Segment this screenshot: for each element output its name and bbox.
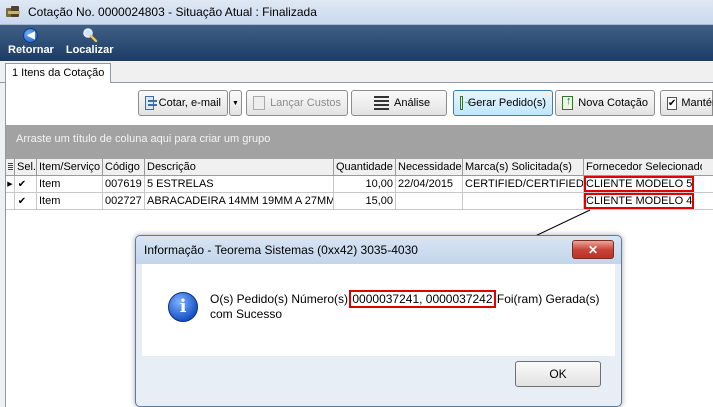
col-item-servico[interactable]: Item/Serviço (37, 159, 103, 175)
tab-label: 1 Itens da Cotação (12, 67, 105, 79)
row-select-checkbox[interactable]: ✔ (15, 193, 37, 209)
nova-cotacao-icon (562, 95, 574, 110)
ok-label: OK (549, 367, 567, 381)
title-bar: Cotação No. 0000024803 - Situação Atual … (0, 0, 713, 25)
cell-necessidade (396, 193, 463, 209)
col-codigo[interactable]: Código (103, 159, 145, 175)
cell-quantidade: 10,00 (334, 176, 396, 192)
back-arrow-icon: ◀ (23, 27, 39, 43)
message-suffix: Foi(ram) Gerada(s) (496, 292, 600, 306)
group-by-panel[interactable]: Arraste um título de coluna aqui para cr… (6, 125, 713, 159)
cell-marca: CERTIFIED/CERTIFIED (465, 176, 584, 192)
pedido-numbers: 0000037241, 0000037242 (349, 290, 496, 308)
cell-codigo: 007619 (103, 176, 145, 192)
row-select-checkbox[interactable]: ✔ (15, 176, 37, 192)
retornar-button[interactable]: ◀ Retornar (8, 25, 54, 56)
cell-descricao: 5 ESTRELAS (145, 176, 334, 192)
col-fornecedor[interactable]: Fornecedor Selecionado (584, 159, 702, 175)
cell-codigo: 002727 (103, 193, 145, 209)
cell-quantidade: 15,00 (334, 193, 396, 209)
cotar-email-button[interactable]: Cotar, e-mail (138, 90, 228, 116)
gerar-pedido-button[interactable]: Gerar Pedido(s) (453, 90, 553, 116)
cell-marca (463, 193, 584, 209)
localizar-label: Localizar (65, 44, 114, 56)
analise-icon (374, 96, 389, 110)
magnifier-icon (82, 28, 97, 43)
table-row[interactable]: ▶ ✔ Item 007619 5 ESTRELAS 10,00 22/04/2… (6, 176, 713, 193)
dialog-title-bar: Informação - Teorema Sistemas (0xx42) 30… (136, 236, 621, 264)
cell-necessidade: 22/04/2015 (396, 176, 463, 192)
items-grid: Sel. Item/Serviço Código Descrição Quant… (6, 159, 713, 210)
lancar-custos-button[interactable]: Lançar Custos (246, 90, 348, 116)
custos-icon (253, 96, 266, 110)
cotar-email-dropdown[interactable]: ▼ (229, 90, 242, 116)
col-quantidade[interactable]: Quantidade (334, 159, 396, 175)
mantem-label: Mantém (681, 97, 713, 109)
analise-button[interactable]: Análise (351, 90, 447, 116)
nova-cotacao-button[interactable]: Nova Cotação (555, 90, 655, 116)
row-indicator (6, 193, 15, 209)
grid-header: Sel. Item/Serviço Código Descrição Quant… (6, 159, 713, 176)
information-icon: i (168, 292, 198, 322)
col-marca[interactable]: Marca(s) Solicitada(s) (463, 159, 584, 175)
window-title: Cotação No. 0000024803 - Situação Atual … (28, 5, 317, 19)
cotar-email-label: Cotar, e-mail (158, 97, 221, 109)
email-icon (145, 96, 157, 110)
gerar-pedido-icon (460, 95, 473, 110)
close-icon[interactable]: ✕ (572, 240, 614, 259)
message-line2: com Sucesso (210, 307, 283, 321)
table-row[interactable]: ✔ Item 002727 ABRACADEIRA 14MM 19MM A 27… (6, 193, 713, 210)
info-dialog: Informação - Teorema Sistemas (0xx42) 30… (135, 235, 622, 407)
lancar-custos-label: Lançar Custos (270, 97, 341, 109)
mantem-checkbox[interactable]: ✔ Mantém (660, 90, 713, 116)
app-icon (6, 5, 22, 19)
retornar-label: Retornar (8, 44, 54, 56)
localizar-button[interactable]: Localizar (66, 25, 114, 56)
ok-button[interactable]: OK (515, 361, 601, 387)
dialog-body: i O(s) Pedido(s) Número(s) 0000037241, 0… (142, 264, 615, 356)
cell-tipo: Item (37, 176, 103, 192)
tab-strip: 1 Itens da Cotação (0, 61, 713, 84)
cell-descricao: ABRACADEIRA 14MM 19MM A 27MM (147, 193, 334, 209)
column-chooser-icon[interactable] (6, 159, 15, 175)
gerar-pedido-label: Gerar Pedido(s) (467, 97, 546, 109)
col-sel[interactable]: Sel. (15, 159, 37, 175)
nova-cotacao-label: Nova Cotação (578, 97, 648, 109)
cell-fornecedor: CLIENTE MODELO 4 (584, 193, 694, 209)
cell-fornecedor: CLIENTE MODELO 5 (584, 176, 694, 192)
message-prefix: O(s) Pedido(s) Número(s) (210, 292, 349, 306)
analise-label: Análise (394, 97, 431, 109)
col-descricao[interactable]: Descrição (145, 159, 334, 175)
tab-itens-cotacao[interactable]: 1 Itens da Cotação (5, 63, 112, 84)
row-pointer-icon: ▶ (6, 176, 15, 192)
group-hint: Arraste um título de coluna aqui para cr… (16, 133, 271, 145)
col-necessidade[interactable]: Necessidade (396, 159, 463, 175)
checkbox-check-icon: ✔ (667, 96, 678, 110)
cell-tipo: Item (37, 193, 103, 209)
main-toolbar: ◀ Retornar Localizar (0, 25, 713, 61)
dialog-message: O(s) Pedido(s) Número(s) 0000037241, 000… (210, 290, 600, 322)
check-icon: ✔ (17, 179, 27, 190)
check-icon: ✔ (17, 196, 27, 207)
dialog-title: Informação - Teorema Sistemas (0xx42) 30… (144, 243, 418, 257)
